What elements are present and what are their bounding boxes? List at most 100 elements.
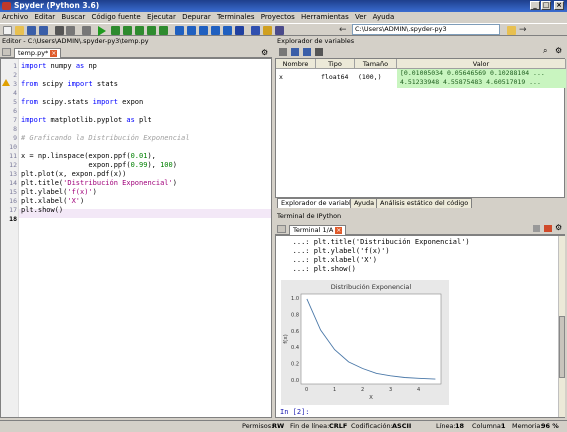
col-header-name[interactable]: Nombre [276, 59, 316, 69]
line-label: Línea: [436, 422, 456, 430]
x-tick-label: 1 [333, 387, 336, 393]
status-bar: Permisos: RW Fin de línea: CRLF Codifica… [0, 420, 567, 432]
menu-ejecutar[interactable]: Ejecutar [147, 13, 176, 21]
line-value: 18 [455, 422, 465, 430]
variable-table[interactable]: Nombre Tipo Tamaño Valor x float64 (100,… [275, 58, 566, 198]
menu-depurar[interactable]: Depurar [182, 13, 211, 21]
var-value-line2: 4.51233948 4.55875483 4.60517019 ... [400, 78, 541, 86]
save-data-icon[interactable] [291, 48, 299, 56]
line-number: 8 [13, 125, 17, 133]
ipython-console[interactable]: ...: plt.title('Distribución Exponencial… [275, 235, 565, 418]
new-file-icon[interactable] [3, 26, 12, 35]
console-browse-icon[interactable] [277, 225, 286, 233]
maximize-pane-icon[interactable] [251, 26, 260, 35]
save-icon[interactable] [27, 26, 36, 35]
save-all-icon[interactable] [39, 26, 48, 35]
run-selection-icon[interactable] [147, 26, 156, 35]
console-options-icon[interactable]: ⚙ [555, 223, 562, 232]
y-tick-label: 0.0 [291, 378, 299, 384]
console-line: ...: plt.xlabel('X') [280, 256, 377, 264]
editor-tabbar: temp.py* × ⚙ [0, 46, 272, 58]
options-gear-icon[interactable]: ⚙ [261, 48, 268, 57]
working-directory-input[interactable]: C:\Users\ADMIN\.spyder-py3 [352, 24, 500, 35]
col-header-type[interactable]: Tipo [316, 59, 355, 69]
browse-folder-icon[interactable] [507, 26, 516, 35]
col-header-size[interactable]: Tamaño [355, 59, 397, 69]
run-file-config-icon[interactable] [111, 26, 120, 35]
code-line: from scipy import stats [21, 80, 118, 88]
console-line: ...: plt.ylabel('f(x)') [280, 247, 390, 255]
y-tick-label: 0.6 [291, 329, 299, 335]
code-line: plt.title('Distribución Exponencial') [21, 179, 177, 187]
menu-proyectos[interactable]: Proyectos [261, 13, 295, 21]
permissions-label: Permisos: [242, 422, 274, 430]
minimize-button[interactable]: _ [530, 1, 540, 10]
maximize-button[interactable]: □ [541, 1, 551, 10]
varexp-search-icon[interactable]: ⌕ [543, 46, 547, 56]
python-path-icon[interactable] [82, 26, 91, 35]
python-path-manager-icon[interactable] [275, 26, 284, 35]
stop-debug-icon[interactable] [235, 26, 244, 35]
eol-label: Fin de línea: [290, 422, 330, 430]
tab-static-analysis[interactable]: Análisis estático del código [376, 198, 473, 208]
y-axis-label: f(x) [283, 334, 289, 343]
preferences-wrench-icon[interactable] [263, 26, 272, 35]
menu-buscar[interactable]: Buscar [61, 13, 85, 21]
col-header-value[interactable]: Valor [397, 59, 566, 69]
x-tick-label: 3 [389, 387, 392, 393]
menu-ver[interactable]: Ver [355, 13, 366, 21]
console-scrollbar[interactable] [558, 236, 565, 417]
interrupt-icon[interactable] [544, 225, 552, 232]
console-pane-title: Terminal de IPython [277, 212, 342, 220]
tab-label: temp.py* [18, 49, 49, 57]
close-button[interactable]: × [554, 1, 564, 10]
run-cell-icon[interactable] [123, 26, 132, 35]
open-file-icon[interactable] [15, 26, 24, 35]
line-number: 18 [9, 215, 17, 223]
menu-archivo[interactable]: Archivo [2, 13, 28, 21]
table-row[interactable]: x float64 (100,) [0.01005034 0.05646569 … [276, 69, 566, 88]
tab-help[interactable]: Ayuda [350, 198, 379, 208]
step-return-icon[interactable] [211, 26, 220, 35]
rerun-icon[interactable] [159, 26, 168, 35]
remove-all-icon[interactable] [315, 48, 323, 56]
save-data-as-icon[interactable] [303, 48, 311, 56]
line-number: 2 [13, 71, 17, 79]
plot-figure: Distribución Exponencial 0 1 2 3 4 0.0 0.2 0.4 0.… [281, 280, 449, 405]
console-prompt[interactable]: In [2]: [280, 408, 310, 417]
back-arrow-icon[interactable]: ← [339, 26, 348, 35]
tab-terminal-1a[interactable]: Terminal 1/A × [289, 225, 347, 235]
stop-kernel-icon[interactable] [533, 225, 540, 232]
import-data-icon[interactable] [279, 48, 287, 56]
parent-directory-icon[interactable]: → [519, 26, 528, 35]
preferences-icon[interactable] [66, 26, 75, 35]
continue-icon[interactable] [223, 26, 232, 35]
print-icon[interactable] [55, 26, 64, 35]
varexp-options-icon[interactable]: ⚙ [555, 46, 562, 55]
line-number: 11 [9, 152, 17, 160]
tab-temp-py[interactable]: temp.py* × [14, 48, 62, 58]
line-number: 4 [13, 89, 17, 97]
debug-icon[interactable] [175, 26, 184, 35]
line-number: 12 [9, 161, 17, 169]
menu-editar[interactable]: Editar [34, 13, 55, 21]
run-icon[interactable] [98, 26, 106, 36]
memory-label: Memoria: [512, 422, 543, 430]
code-line: expon.ppf(0.99), 100) [21, 161, 177, 169]
run-cell-advance-icon[interactable] [135, 26, 144, 35]
menu-codigo-fuente[interactable]: Código fuente [92, 13, 141, 21]
console-line: ...: plt.show() [280, 265, 356, 273]
step-into-icon[interactable] [199, 26, 208, 35]
close-tab-icon[interactable]: × [50, 49, 58, 57]
title-bar: Spyder (Python 3.6) _ □ × [0, 0, 567, 12]
line-number: 17 [9, 206, 17, 214]
close-console-tab-icon[interactable]: × [335, 226, 343, 234]
scrollbar-thumb[interactable] [559, 316, 565, 378]
menu-ayuda[interactable]: Ayuda [373, 13, 395, 21]
step-icon[interactable] [187, 26, 196, 35]
browse-tabs-icon[interactable] [2, 48, 11, 56]
line-number: 9 [13, 134, 17, 142]
code-editor[interactable]: 1 2 3 4 5 6 7 8 9 10 11 12 13 14 15 16 17 18 import numpy… [0, 58, 272, 418]
menu-herramientas[interactable]: Herramientas [301, 13, 349, 21]
menu-terminales[interactable]: Terminales [217, 13, 255, 21]
